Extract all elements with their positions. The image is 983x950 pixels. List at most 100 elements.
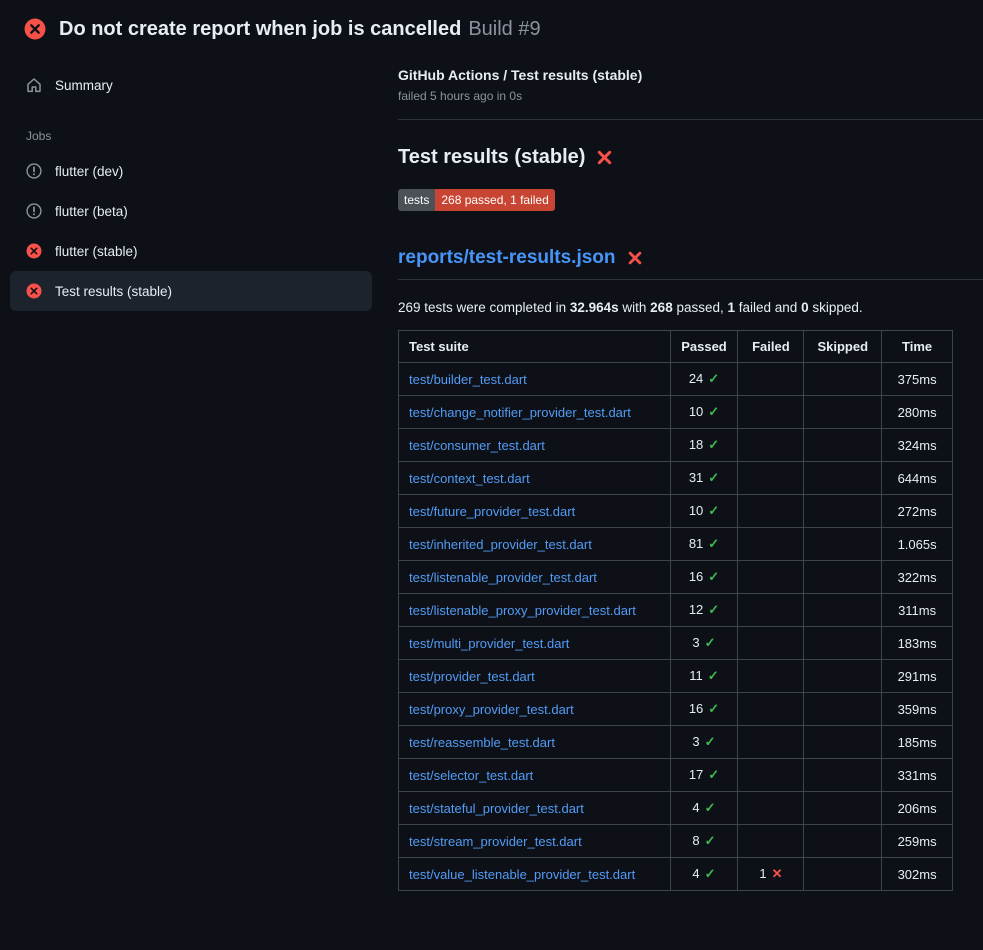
passed-cell: 10✓ <box>670 495 738 528</box>
alert-circle-icon <box>26 203 42 219</box>
sidebar-job-item[interactable]: Test results (stable) <box>10 271 372 311</box>
x-icon: ✕ <box>772 866 783 881</box>
passed-count: 18 <box>689 437 703 452</box>
failed-cell <box>738 825 804 858</box>
job-label: Test results (stable) <box>55 284 172 299</box>
passed-cell: 16✓ <box>670 561 738 594</box>
sidebar-job-item[interactable]: flutter (dev) <box>10 151 372 191</box>
report-link[interactable]: reports/test-results.json <box>398 247 616 269</box>
test-suite-link[interactable]: test/builder_test.dart <box>409 372 527 387</box>
skipped-cell <box>804 759 882 792</box>
test-suite-link[interactable]: test/selector_test.dart <box>409 768 533 783</box>
test-suite-link[interactable]: test/consumer_test.dart <box>409 438 545 453</box>
passed-cell: 4✓ <box>670 858 738 891</box>
test-suite-link[interactable]: test/proxy_provider_test.dart <box>409 702 574 717</box>
passed-cell: 24✓ <box>670 363 738 396</box>
failed-cell <box>738 363 804 396</box>
sidebar-item-summary[interactable]: Summary <box>10 65 372 105</box>
failed-cell <box>738 693 804 726</box>
check-run-title-text: Test results (stable) <box>398 146 585 169</box>
skipped-cell <box>804 495 882 528</box>
failed-cell: 1✕ <box>738 858 804 891</box>
passed-cell: 16✓ <box>670 693 738 726</box>
test-suite-cell: test/value_listenable_provider_test.dart <box>399 858 671 891</box>
table-header-skipped: Skipped <box>804 331 882 363</box>
time-cell: 311ms <box>882 594 953 627</box>
passed-count: 4 <box>692 866 699 881</box>
table-row: test/listenable_proxy_provider_test.dart… <box>399 594 953 627</box>
test-suite-link[interactable]: test/stream_provider_test.dart <box>409 834 582 849</box>
passed-count: 24 <box>689 371 703 386</box>
skipped-cell <box>804 363 882 396</box>
summary-segment: 268 <box>650 300 673 315</box>
passed-cell: 11✓ <box>670 660 738 693</box>
summary-segment: 269 tests were completed in <box>398 300 570 315</box>
skipped-cell <box>804 660 882 693</box>
passed-cell: 18 ✓ <box>670 429 738 462</box>
check-icon: ✓ <box>708 437 719 452</box>
run-status-line: failed 5 hours ago in 0s <box>398 89 983 103</box>
table-row: test/inherited_provider_test.dart81✓1.06… <box>399 528 953 561</box>
skipped-cell <box>804 792 882 825</box>
table-row: test/stateful_provider_test.dart4✓206ms <box>399 792 953 825</box>
time-cell: 359ms <box>882 693 953 726</box>
test-suite-cell: test/stateful_provider_test.dart <box>399 792 671 825</box>
test-suite-link[interactable]: test/inherited_provider_test.dart <box>409 537 592 552</box>
summary-segment: 1 <box>728 300 736 315</box>
test-suite-cell: test/listenable_provider_test.dart <box>399 561 671 594</box>
failed-cell <box>738 627 804 660</box>
table-row: test/context_test.dart31✓644ms <box>399 462 953 495</box>
summary-segment: with <box>619 300 651 315</box>
check-icon: ✓ <box>708 404 719 419</box>
test-suite-link[interactable]: test/listenable_proxy_provider_test.dart <box>409 603 636 618</box>
failed-x-icon <box>596 149 613 166</box>
test-suite-link[interactable]: test/listenable_provider_test.dart <box>409 570 597 585</box>
test-suite-link[interactable]: test/change_notifier_provider_test.dart <box>409 405 631 420</box>
skipped-cell <box>804 825 882 858</box>
passed-cell: 8✓ <box>670 825 738 858</box>
failed-cell <box>738 759 804 792</box>
sidebar-job-item[interactable]: flutter (stable) <box>10 231 372 271</box>
failed-cell <box>738 561 804 594</box>
skipped-cell <box>804 462 882 495</box>
passed-cell: 17✓ <box>670 759 738 792</box>
time-cell: 185ms <box>882 726 953 759</box>
passed-cell: 12✓ <box>670 594 738 627</box>
table-row: test/proxy_provider_test.dart 16✓ 359ms <box>399 693 953 726</box>
test-suite-cell: test/future_provider_test.dart <box>399 495 671 528</box>
job-label: flutter (beta) <box>55 204 128 219</box>
sidebar: Summary Jobs flutter (dev)flutter (beta)… <box>0 53 398 311</box>
passed-count: 8 <box>692 833 699 848</box>
breadcrumb: GitHub Actions / Test results (stable) <box>398 67 983 83</box>
failed-cell <box>738 726 804 759</box>
sidebar-job-item[interactable]: flutter (beta) <box>10 191 372 231</box>
job-label: flutter (dev) <box>55 164 123 179</box>
passed-count: 4 <box>692 800 699 815</box>
main-content: GitHub Actions / Test results (stable) f… <box>398 53 983 891</box>
table-row: test/selector_test.dart17✓331ms <box>399 759 953 792</box>
jobs-list: flutter (dev) flutter (beta) flutter (stab… <box>10 151 372 311</box>
table-header-failed: Failed <box>738 331 804 363</box>
passed-count: 16 <box>689 701 703 716</box>
test-suite-cell: test/multi_provider_test.dart <box>399 627 671 660</box>
failed-cell <box>738 594 804 627</box>
table-row: test/provider_test.dart11✓291ms <box>399 660 953 693</box>
check-icon: ✓ <box>708 470 719 485</box>
passed-count: 81 <box>689 536 703 551</box>
time-cell: 375ms <box>882 363 953 396</box>
test-suite-link[interactable]: test/stateful_provider_test.dart <box>409 801 584 816</box>
test-suite-link[interactable]: test/multi_provider_test.dart <box>409 636 569 651</box>
time-cell: 324ms <box>882 429 953 462</box>
test-suite-link[interactable]: test/future_provider_test.dart <box>409 504 575 519</box>
test-suite-link[interactable]: test/provider_test.dart <box>409 669 535 684</box>
skipped-cell <box>804 693 882 726</box>
table-row: test/stream_provider_test.dart8✓259ms <box>399 825 953 858</box>
check-icon: ✓ <box>705 635 716 650</box>
failed-cell <box>738 528 804 561</box>
test-suite-link[interactable]: test/reassemble_test.dart <box>409 735 555 750</box>
test-suite-link[interactable]: test/context_test.dart <box>409 471 530 486</box>
test-suite-link[interactable]: test/value_listenable_provider_test.dart <box>409 867 635 882</box>
test-suite-cell: test/consumer_test.dart <box>399 429 671 462</box>
passed-count: 3 <box>692 635 699 650</box>
time-cell: 183ms <box>882 627 953 660</box>
